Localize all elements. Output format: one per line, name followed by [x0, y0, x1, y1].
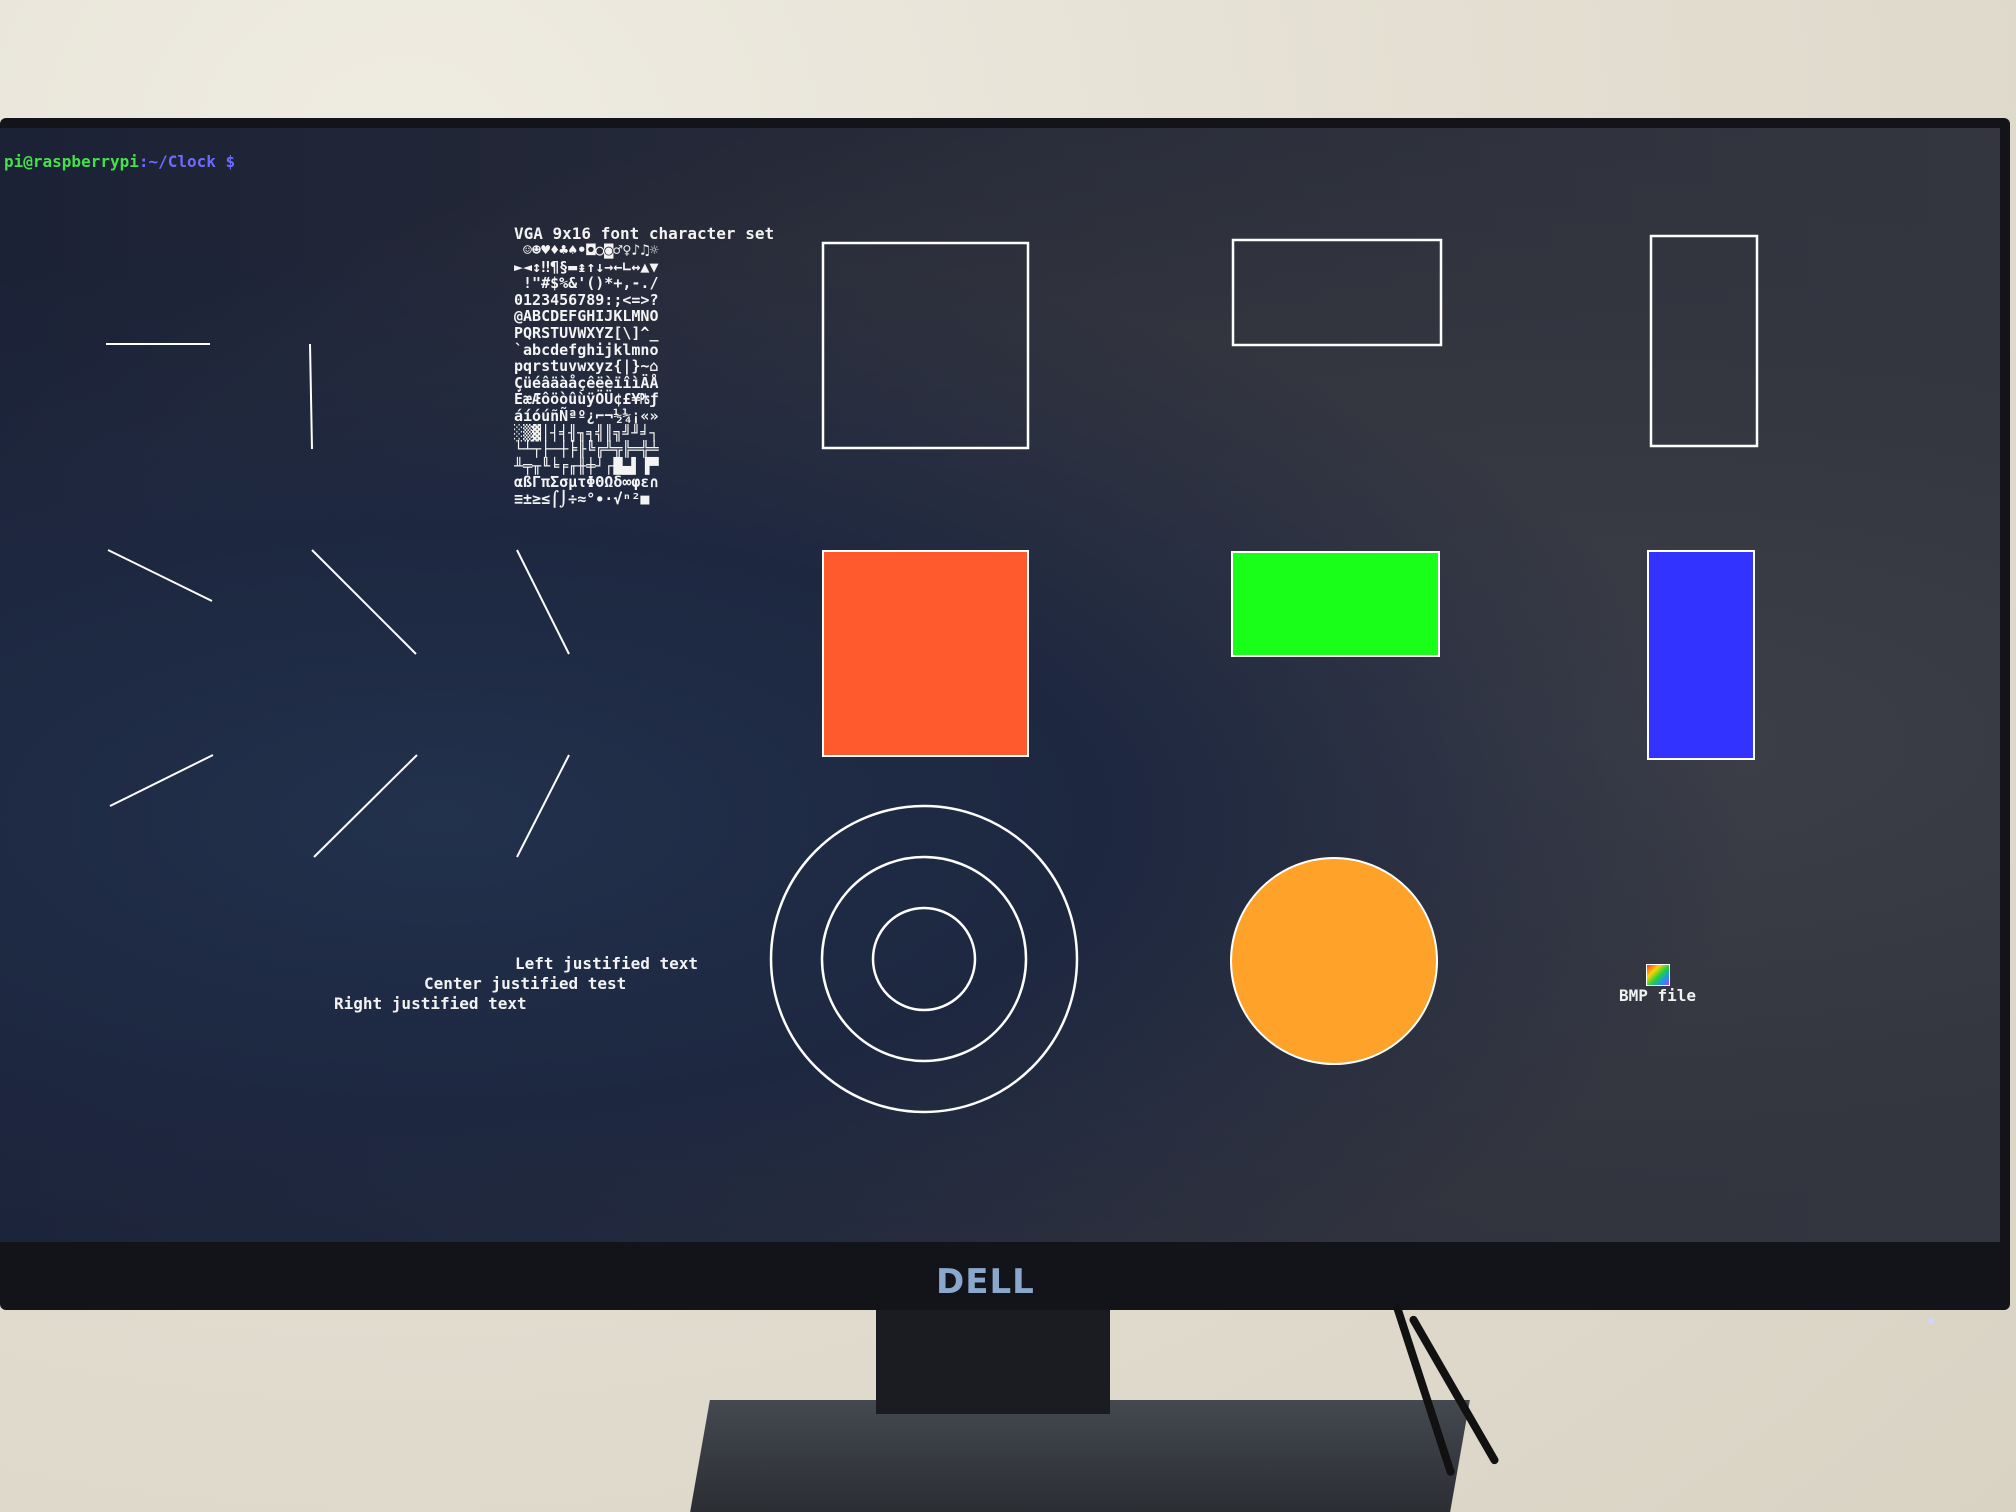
charset-row: ╨╤╥╙╘╒╓╫╪┘┌█▄▌▐▀	[514, 456, 659, 475]
charset-row: áíóúñÑªº¿⌐¬½¼¡«»	[514, 406, 659, 425]
line-demo	[106, 343, 570, 858]
charset-row: ÇüéâäàåçêëèïîìÄÅ	[514, 373, 659, 392]
right-justified-text: Right justified text	[334, 994, 527, 1013]
charset-row: !"#$%&'()*+,-./	[514, 274, 659, 293]
filled-circle	[1230, 857, 1438, 1065]
graphics-canvas	[106, 234, 1759, 1114]
charset-row: αßΓπΣσµτΦΘΩδ∞φε∩	[514, 473, 659, 492]
monitor-stand-neck	[876, 1310, 1110, 1414]
charset-row: ÉæÆôöòûùÿÖÜ¢£¥₧ƒ	[514, 390, 659, 409]
filled-square	[822, 550, 1029, 757]
font-character-grid: ☺☻♥♦♣♠•◘○◙♂♀♪♫☼ ►◄↕‼¶§▬↨↑↓→←∟↔▲▼ !"#$%&'(…	[514, 242, 659, 508]
charset-row: 0123456789:;<=>?	[514, 290, 659, 309]
line-diagonal-2	[311, 549, 417, 655]
line-diagonal-3	[516, 549, 570, 655]
monitor-stand-base	[690, 1400, 1470, 1512]
charset-row: `abcdefghijklmno	[514, 340, 659, 359]
power-led-icon	[1928, 1318, 1934, 1324]
charset-row: pqrstuvwxyz{|}~⌂	[514, 357, 659, 376]
filled-rect-wide	[1231, 551, 1440, 657]
line-vertical	[309, 343, 313, 450]
monitor-screen: pi@raspberrypi:~/Clock $ VGA 9x16 font c…	[0, 128, 2000, 1242]
outline-square	[821, 241, 1030, 450]
center-justified-text: Center justified test	[424, 974, 627, 993]
filled-rect-tall	[1647, 550, 1755, 760]
charset-row: └┴┬├─┼╞╟╚╔╩╦╠═╬╧	[514, 440, 659, 459]
line-diagonal-5	[313, 754, 418, 858]
charset-row: ☺☻♥♦♣♠•◘○◙♂♀♪♫☼	[514, 241, 659, 259]
charset-row: @ABCDEFGHIJKLMNO	[514, 307, 659, 326]
line-diagonal-4	[109, 754, 214, 807]
line-diagonal-6	[516, 754, 570, 858]
charset-row: ►◄↕‼¶§▬↨↑↓→←∟↔▲▼	[514, 257, 659, 276]
circle-outer	[769, 804, 1079, 1114]
concentric-circles	[769, 804, 1079, 1114]
dell-logo: DELL	[936, 1262, 1035, 1302]
circle-inner	[871, 906, 977, 1012]
charset-row: PQRSTUVWXYZ[\]^_	[514, 323, 659, 342]
bmp-file-label: BMP file	[1619, 986, 1697, 1005]
bmp-image-icon	[1646, 964, 1670, 986]
left-justified-text: Left justified text	[515, 954, 699, 973]
outline-rect-wide	[1231, 238, 1443, 347]
line-diagonal-1	[107, 549, 213, 602]
outline-rect-tall	[1649, 234, 1759, 448]
circle-middle	[820, 855, 1028, 1063]
charset-row: ≡±≥≤⌠⌡÷≈°∙·√ⁿ²■	[514, 489, 659, 508]
charset-row: ░▒▓│┤╡╢╖╕╣║╗╝╜╛┐	[514, 423, 659, 442]
